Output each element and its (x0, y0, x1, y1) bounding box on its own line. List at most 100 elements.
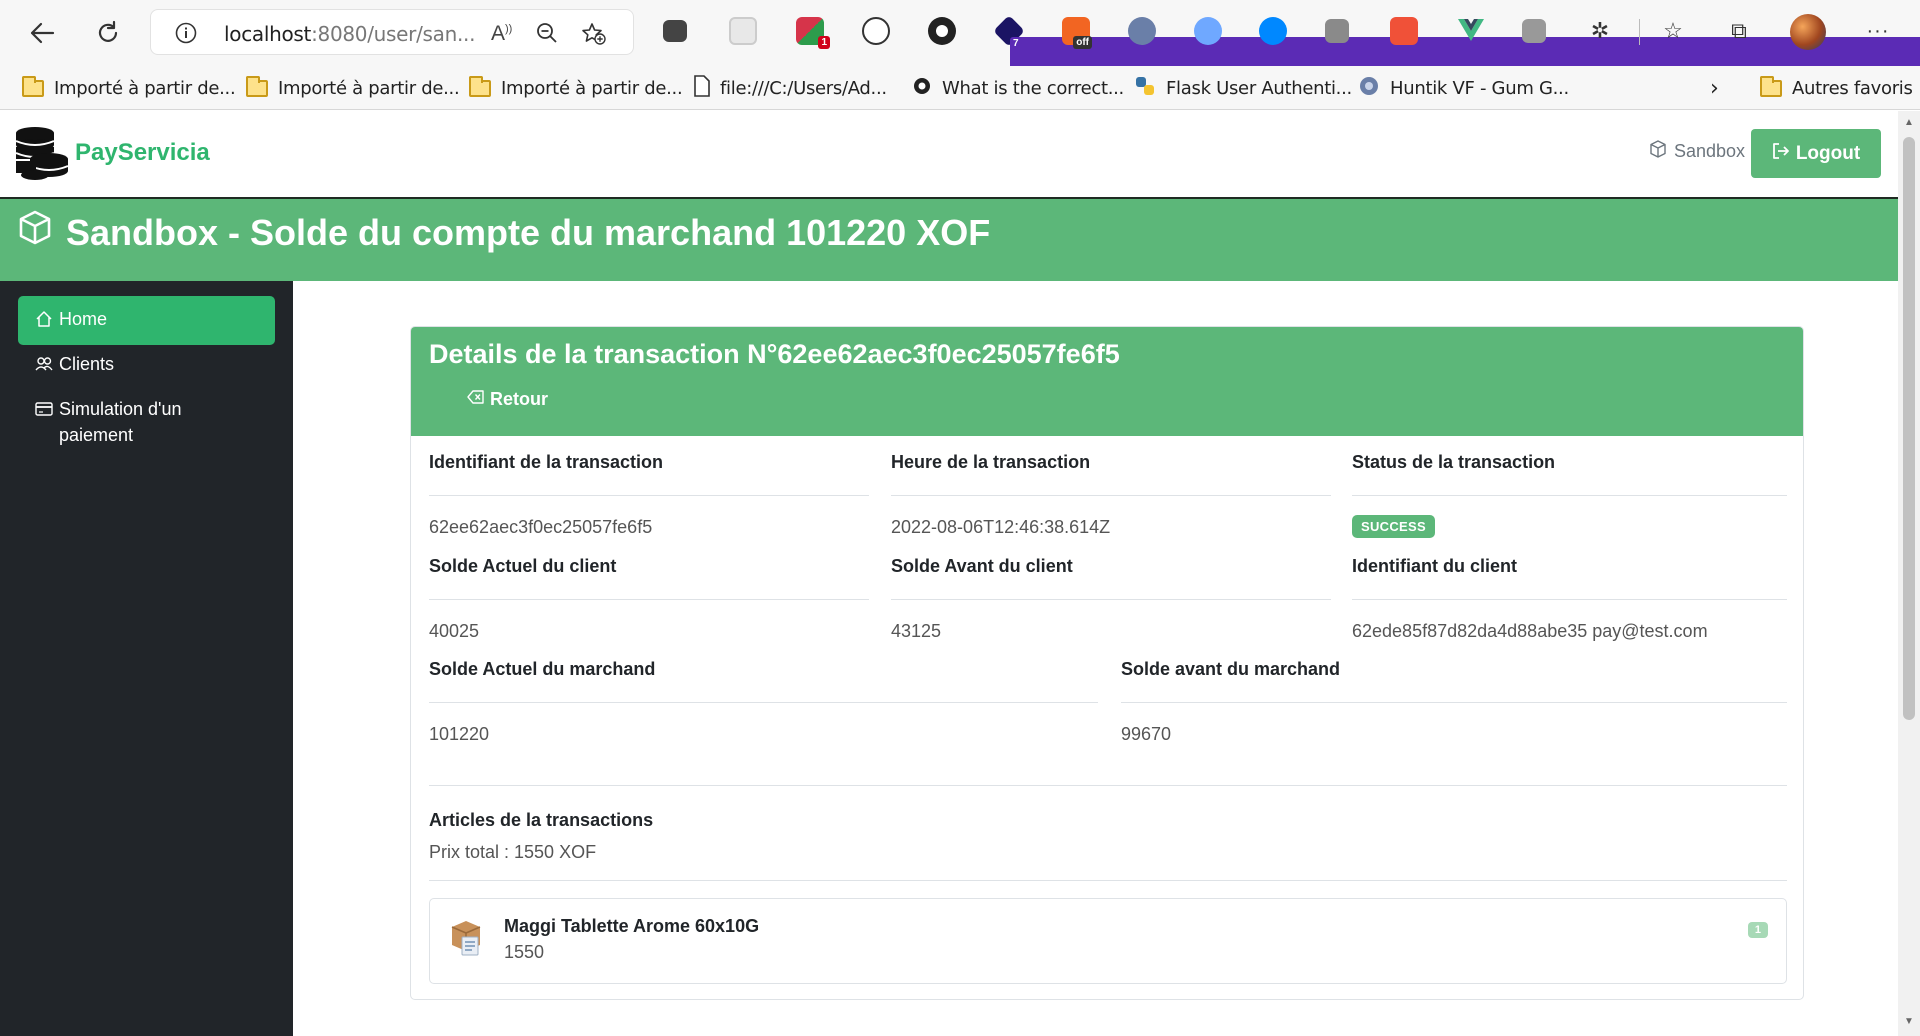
page-scrollbar[interactable]: ▲ ▼ (1898, 111, 1920, 1036)
other-favorites[interactable]: Autres favoris (1760, 74, 1913, 102)
sidebar-item-simulation[interactable]: Simulation d'un paiement (18, 386, 248, 458)
field-label: Solde avant du marchand (1121, 659, 1787, 703)
bookmark-item[interactable]: Importé à partir de... (22, 74, 236, 102)
field-value: 99670 (1121, 724, 1172, 744)
circle-extension-icon[interactable] (928, 17, 956, 45)
bookmark-item[interactable]: What is the correct... (912, 74, 1124, 102)
extension-icon (1358, 75, 1380, 102)
field-label: Identifiant de la transaction (429, 452, 869, 496)
sidebar-item-label: Home (59, 309, 108, 329)
logout-icon (1772, 142, 1790, 166)
field-value: 62ede85f87d82da4d88abe35 pay@test.com (1352, 621, 1708, 641)
scroll-down-arrow-icon[interactable]: ▼ (1904, 1016, 1914, 1027)
bookmark-label: Importé à partir de... (501, 77, 683, 99)
sidebar: Home Clients Simulation d'un paiement (0, 281, 293, 1036)
translate-extension-icon[interactable] (1522, 19, 1546, 43)
field-value: 101220 (429, 724, 490, 744)
collections-icon[interactable]: ⧉ (1723, 15, 1755, 47)
back-button[interactable]: Retour (467, 389, 548, 410)
url-host: localhost (224, 22, 312, 46)
field-label: Status de la transaction (1352, 452, 1787, 496)
field-transaction-time: Heure de la transaction 2022-08-06T12:46… (891, 452, 1331, 538)
copy-extension-icon[interactable] (1325, 19, 1349, 43)
shazam-extension-icon[interactable] (1259, 17, 1287, 45)
divider (429, 880, 1787, 881)
field-label: Solde Actuel du marchand (429, 659, 1098, 703)
flag-extension-icon[interactable]: 1 (796, 17, 830, 49)
status-badge: SUCCESS (1352, 515, 1435, 538)
field-value: SUCCESS (1352, 515, 1787, 538)
github-icon (912, 76, 932, 101)
sidebar-item-clients[interactable]: Clients (18, 341, 275, 390)
item-price: 1550 (504, 942, 545, 962)
field-label: Solde Actuel du client (429, 556, 869, 600)
read-aloud-icon[interactable]: A)) (491, 22, 512, 46)
page-title: Sandbox - Solde du compte du marchand 10… (16, 209, 990, 256)
package-icon (448, 917, 484, 962)
field-label: Identifiant du client (1352, 556, 1787, 600)
profile-avatar[interactable] (1790, 14, 1826, 50)
zoom-out-icon[interactable] (536, 22, 558, 49)
field-value: 43125 (891, 621, 942, 641)
home-icon (35, 306, 53, 335)
bookmark-label: Importé à partir de... (278, 77, 460, 99)
field-label: Solde Avant du client (891, 556, 1331, 600)
address-text[interactable]: localhost:8080/user/san... (224, 22, 475, 46)
bookmark-item[interactable]: Importé à partir de... (246, 74, 460, 102)
back-arrow-icon[interactable] (22, 13, 62, 53)
more-menu-icon[interactable]: ··· (1862, 15, 1894, 47)
divider (429, 785, 1787, 786)
bookmark-item[interactable]: Flask User Authenti... (1134, 74, 1352, 102)
search-extension-icon[interactable] (1194, 17, 1222, 45)
swift-extension-icon[interactable] (1390, 17, 1418, 45)
field-merchant-before: Solde avant du marchand 99670 (1121, 659, 1787, 745)
extension-badge-red: 1 (818, 36, 830, 49)
vue-extension-icon[interactable] (1457, 17, 1485, 45)
scrollbar-thumb[interactable] (1903, 137, 1915, 720)
sandbox-link[interactable]: Sandbox (1648, 139, 1745, 164)
bookmark-label: What is the correct... (942, 77, 1124, 99)
address-bar[interactable]: localhost:8080/user/san... A)) (150, 9, 634, 55)
field-client-id: Identifiant du client 62ede85f87d82da4d8… (1352, 556, 1787, 642)
info-icon[interactable] (175, 22, 197, 49)
card-title: Details de la transaction N°62ee62aec3f0… (429, 339, 1120, 369)
bookmark-item[interactable]: Importé à partir de... (469, 74, 683, 102)
sidebar-item-home[interactable]: Home (18, 296, 275, 345)
file-icon (694, 74, 710, 102)
card-icon (35, 396, 53, 425)
articles-title: Articles de la transactions (429, 810, 654, 830)
field-value: 2022-08-06T12:46:38.614Z (891, 517, 1111, 537)
favorites-icon[interactable]: ☆ (1657, 15, 1689, 47)
code-extension-icon[interactable] (862, 17, 890, 45)
robot-extension-icon[interactable] (1128, 17, 1156, 45)
folder-icon (1760, 75, 1782, 97)
logout-button[interactable]: Logout (1751, 129, 1881, 178)
web-page: PayServicia Sandbox Logout Sandbox - Sol… (0, 111, 1898, 1036)
back-label: Retour (490, 389, 548, 409)
folder-icon (469, 75, 491, 97)
field-value: 40025 (429, 621, 480, 641)
brand-name[interactable]: PayServicia (75, 139, 210, 167)
off-extension-icon[interactable]: off (1062, 17, 1092, 49)
collections-extension-icon[interactable] (663, 20, 687, 42)
field-transaction-status: Status de la transaction SUCCESS (1352, 452, 1787, 538)
toolbar-divider (1639, 19, 1640, 45)
scroll-up-arrow-icon[interactable]: ▲ (1904, 117, 1914, 128)
sidebar-item-label: Clients (59, 354, 115, 374)
refresh-icon[interactable] (88, 13, 128, 53)
bookmark-label: Importé à partir de... (54, 77, 236, 99)
bookmark-label: file:///C:/Users/Ad... (720, 77, 887, 99)
bookmark-label: Flask User Authenti... (1166, 77, 1352, 99)
sandbox-link-label: Sandbox (1674, 141, 1746, 161)
grid-extension-icon[interactable] (729, 17, 757, 45)
bookmark-item[interactable]: Huntik VF - Gum G... (1358, 74, 1569, 102)
sidebar-item-label: Simulation d'un paiement (59, 399, 182, 445)
extensions-puzzle-icon[interactable]: ✲ (1584, 15, 1616, 47)
total-price: Prix total : 1550 XOF (429, 842, 597, 862)
coins-logo-icon[interactable] (13, 125, 71, 188)
bookmarks-overflow-chevron-icon[interactable]: › (1710, 74, 1719, 102)
list-item: Maggi Tablette Arome 60x10G 1550 1 (429, 898, 1787, 984)
add-favorite-icon[interactable] (581, 22, 607, 51)
bookmark-item[interactable]: file:///C:/Users/Ad... (694, 74, 887, 102)
field-value: 62ee62aec3f0ec25057fe6f5 (429, 517, 653, 537)
